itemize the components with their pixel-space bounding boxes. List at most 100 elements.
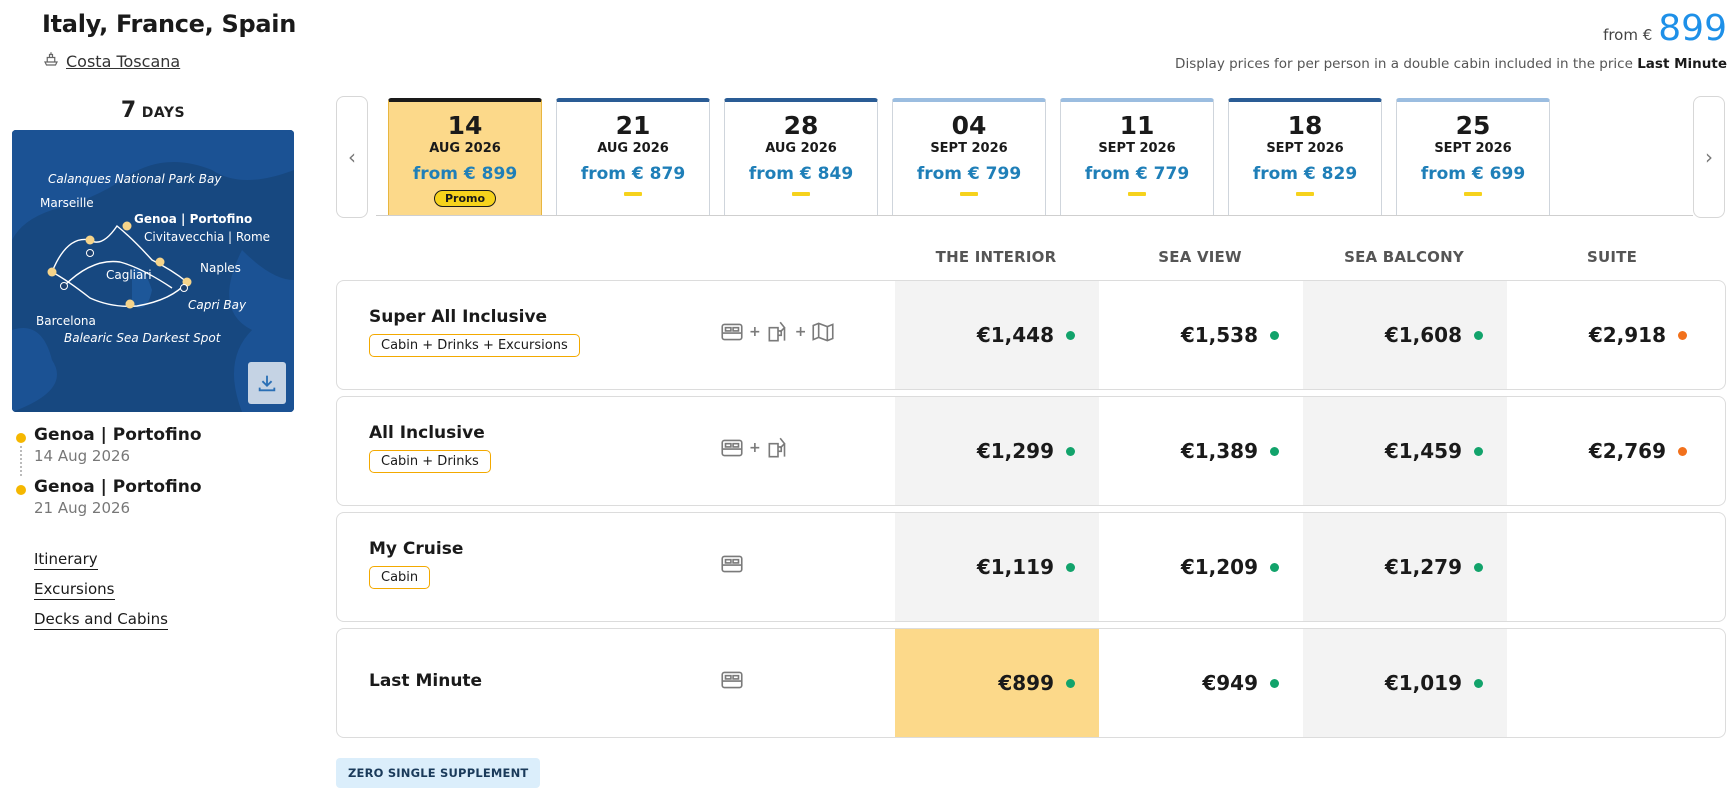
date-card[interactable]: 11 SEPT 2026 from € 779 [1060,98,1214,215]
fare-name: Last Minute [369,671,483,691]
map-download-button[interactable] [248,362,286,404]
map-label-capri: Capri Bay [188,298,247,312]
stop-dot [16,485,26,495]
fare-tag: Cabin + Drinks [369,450,491,473]
cruise-title: Italy, France, Spain [42,10,297,38]
next-dates-button[interactable]: › [1693,96,1725,218]
excursions-link[interactable]: Excursions [34,580,115,600]
price-value: €949 [1202,671,1258,695]
map-icon [812,322,835,342]
price-cell-suite [1507,513,1711,621]
price-value: €899 [998,671,1054,695]
chevron-right-icon: › [1705,145,1713,169]
fare-inclusions [719,551,745,577]
date-card[interactable]: 04 SEPT 2026 from € 799 [892,98,1046,215]
price-note-text: Display prices for per person in a doubl… [1175,56,1633,72]
date-day: 18 [1287,111,1323,140]
stop-dot [16,433,26,443]
date-day: 25 [1455,111,1491,140]
stop-item: Genoa | Portofino 21 Aug 2026 [16,477,202,529]
date-card[interactable]: 21 AUG 2026 from € 879 [556,98,710,215]
price-value: €1,448 [976,323,1054,347]
ship-link[interactable]: Costa Toscana [42,50,180,72]
price-cell-sea-view[interactable]: €1,389 [1099,397,1303,505]
stop-port: Genoa | Portofino [34,425,202,445]
decks-cabins-link[interactable]: Decks and Cabins [34,610,168,630]
stop-item: Genoa | Portofino 14 Aug 2026 [16,425,202,477]
fare-name: Super All Inclusive [369,307,548,327]
date-from-price: from € 799 [916,164,1022,184]
map-label-cagliari: Cagliari [106,268,152,282]
availability-dot [1066,562,1075,572]
date-day: 04 [951,111,987,140]
bed-icon [721,671,743,689]
availability-dot [1270,678,1279,688]
bed-icon [721,323,743,341]
date-card-selected[interactable]: 14 AUG 2026 from € 899 Promo [388,98,542,215]
price-value: €1,389 [1180,439,1258,463]
price-cell-suite[interactable]: €2,918 [1507,281,1711,389]
price-note-fare: Last Minute [1637,56,1727,72]
plus-icon: + [749,324,761,340]
price-cell-sea-balcony[interactable]: €1,279 [1303,513,1507,621]
price-cell-interior[interactable]: €1,119 [895,513,1099,621]
price-cell-interior-selected[interactable]: €899 [895,629,1099,737]
date-month: AUG 2026 [597,141,669,156]
itinerary-link[interactable]: Itinerary [34,550,98,570]
map-label-civitavecchia: Civitavecchia | Rome [144,230,271,244]
price-cell-sea-view[interactable]: €1,209 [1099,513,1303,621]
date-from-price: from € 699 [1420,164,1526,184]
port-stops: Genoa | Portofino 14 Aug 2026 Genoa | Po… [16,425,202,529]
plus-icon: + [749,440,761,456]
prev-dates-button[interactable]: ‹ [336,96,368,218]
price-cell-sea-balcony[interactable]: €1,608 [1303,281,1507,389]
fare-tag: Cabin + Drinks + Excursions [369,334,580,357]
date-month: SEPT 2026 [930,141,1008,156]
date-card[interactable]: 28 AUG 2026 from € 849 [724,98,878,215]
fare-name: All Inclusive [369,423,485,443]
date-bar [960,192,978,196]
price-value: €1,119 [976,555,1054,579]
cabin-header-sea-view: SEA VIEW [1158,248,1242,266]
map-label-balearic: Balearic Sea Darkest Spot [64,331,221,345]
date-card[interactable]: 25 SEPT 2026 from € 699 [1396,98,1550,215]
stop-date: 14 Aug 2026 [34,447,131,465]
from-label: from € [1603,26,1653,44]
price-note: Display prices for per person in a doubl… [1175,56,1727,72]
fare-tag: Cabin [369,566,431,589]
date-card[interactable]: 18 SEPT 2026 from € 829 [1228,98,1382,215]
promo-badge: Promo [433,190,497,207]
price-cell-sea-view[interactable]: €1,538 [1099,281,1303,389]
chevron-left-icon: ‹ [348,145,356,169]
map-label-marseille: Marseille [40,196,94,210]
availability-dot [1474,678,1483,688]
price-value: €2,918 [1588,323,1666,347]
price-cell-sea-balcony[interactable]: €1,019 [1303,629,1507,737]
fare-name: My Cruise [369,539,464,559]
itinerary-map[interactable]: Calanques National Park Bay Marseille Ge… [12,130,294,412]
availability-dot [1678,330,1687,340]
availability-dot [1270,446,1279,456]
price-cell-suite [1507,629,1711,737]
price-value: €1,459 [1384,439,1462,463]
availability-dot [1474,330,1483,340]
date-day: 21 [615,111,651,140]
date-month: SEPT 2026 [1098,141,1176,156]
availability-dot [1066,678,1075,688]
price-cell-interior[interactable]: €1,448 [895,281,1099,389]
fare-row-super-all-inclusive: Super All Inclusive Cabin + Drinks + Exc… [336,280,1726,390]
fare-row-last-minute: Last Minute €899 €949 €1,019 [336,628,1726,738]
date-day: 11 [1119,111,1155,140]
price-cell-suite[interactable]: €2,769 [1507,397,1711,505]
price-cell-sea-view[interactable]: €949 [1099,629,1303,737]
duration-label: DAYS [141,105,186,121]
price-cell-sea-balcony[interactable]: €1,459 [1303,397,1507,505]
date-track-line [376,215,1693,216]
cabin-header-interior: THE INTERIOR [935,248,1057,266]
stop-date: 21 Aug 2026 [34,499,131,517]
bed-icon [721,555,743,573]
date-bar [1296,192,1314,196]
fare-inclusions: + + [719,319,836,345]
availability-dot [1270,330,1279,340]
price-cell-interior[interactable]: €1,299 [895,397,1099,505]
